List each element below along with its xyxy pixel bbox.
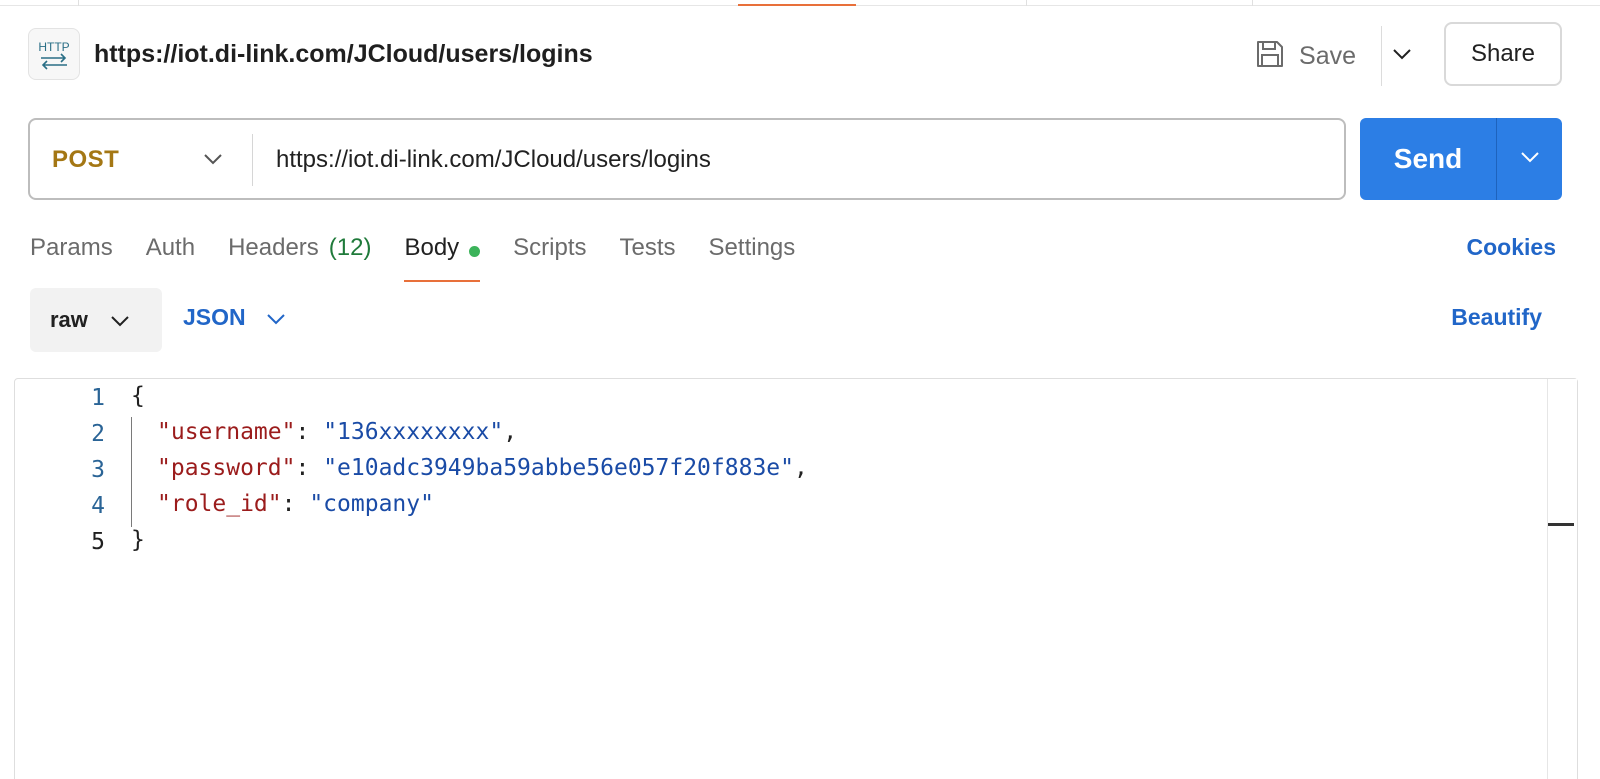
- code-text: "role_id": "company": [157, 491, 434, 517]
- json-key: "password": [157, 455, 296, 481]
- request-header: HTTP https://iot.di-link.com/JCloud/user…: [28, 22, 1562, 88]
- line-number: 1: [91, 385, 105, 411]
- json-separator: :: [295, 419, 324, 445]
- url-bar: POST: [28, 118, 1346, 200]
- line-number: 5: [91, 529, 105, 555]
- tab-label: Tests: [619, 234, 676, 261]
- tab-label: Settings: [708, 234, 796, 261]
- tab-auth[interactable]: Auth: [146, 230, 195, 282]
- tab-label: Body: [404, 234, 460, 261]
- tab-tests[interactable]: Tests: [620, 230, 676, 282]
- tab-separator: [1026, 0, 1027, 6]
- tab-label: Auth: [145, 234, 196, 261]
- body-format-label: JSON: [183, 304, 246, 330]
- chevron-down-icon: [1392, 47, 1412, 65]
- http-request-icon: HTTP: [28, 28, 80, 80]
- tab-headers[interactable]: Headers (12): [228, 230, 371, 282]
- active-tab-indicator: [738, 4, 856, 6]
- method-selector[interactable]: POST: [52, 146, 119, 174]
- json-value: "e10adc3949ba59abbe56e057f20f883e": [323, 455, 794, 481]
- code-text: "password": "e10adc3949ba59abbe56e057f20…: [157, 455, 808, 481]
- code-line: 1 {: [15, 379, 145, 415]
- body-mode-dropdown[interactable]: raw: [30, 288, 162, 352]
- request-title[interactable]: https://iot.di-link.com/JCloud/users/log…: [94, 40, 593, 69]
- indent-guide: [131, 417, 132, 527]
- save-button[interactable]: Save: [1255, 32, 1370, 80]
- body-format-dropdown[interactable]: JSON: [183, 304, 286, 331]
- code-text: {: [131, 383, 145, 409]
- chevron-down-icon[interactable]: [198, 144, 228, 174]
- chevron-down-icon: [1520, 150, 1540, 168]
- save-options-button[interactable]: [1382, 36, 1422, 76]
- line-number: 2: [91, 421, 105, 447]
- headers-count: (12): [328, 234, 372, 261]
- save-label: Save: [1299, 41, 1356, 70]
- line-number: 4: [91, 493, 105, 519]
- top-tab-strip: [0, 0, 1600, 6]
- json-comma: ,: [503, 419, 518, 445]
- url-input[interactable]: [276, 144, 1316, 176]
- body-code-editor[interactable]: 1 { 2 "username": "136xxxxxxxx", 3 "pass…: [14, 378, 1578, 779]
- code-text: "username": "136xxxxxxxx",: [157, 419, 517, 445]
- json-value: "company": [309, 491, 434, 517]
- editor-scrollbar[interactable]: [1547, 379, 1577, 779]
- url-divider: [252, 134, 253, 186]
- chevron-down-icon: [110, 307, 130, 333]
- json-key: "role_id": [157, 491, 282, 517]
- json-separator: :: [281, 491, 310, 517]
- tab-body[interactable]: Body: [404, 230, 481, 282]
- tab-params[interactable]: Params: [30, 230, 113, 282]
- send-button[interactable]: Send: [1360, 118, 1496, 200]
- tab-label: Params: [30, 234, 113, 261]
- svg-text:HTTP: HTTP: [38, 40, 69, 54]
- code-line: 3 "password": "e10adc3949ba59abbe56e057f…: [15, 451, 808, 487]
- json-comma: ,: [794, 455, 808, 481]
- beautify-button[interactable]: Beautify: [1451, 304, 1542, 331]
- tab-separator: [1252, 0, 1253, 6]
- request-tabs: Params Auth Headers (12) Body Scripts Tes…: [30, 230, 828, 282]
- cookies-link[interactable]: Cookies: [1467, 234, 1556, 261]
- floppy-disk-icon: [1255, 39, 1285, 74]
- body-mode-label: raw: [50, 307, 88, 332]
- tab-scripts[interactable]: Scripts: [513, 230, 586, 282]
- json-key: "username": [157, 419, 296, 445]
- send-button-group: Send: [1360, 118, 1562, 200]
- json-separator: :: [295, 455, 324, 481]
- json-value: "136xxxxxxxx": [323, 419, 504, 445]
- chevron-down-icon: [266, 304, 286, 331]
- share-button[interactable]: Share: [1444, 22, 1562, 86]
- tab-label: Headers: [228, 234, 319, 261]
- tab-settings[interactable]: Settings: [709, 230, 796, 282]
- code-line: 5 }: [15, 523, 145, 559]
- scrollbar-thumb[interactable]: [1548, 523, 1574, 526]
- code-line: 2 "username": "136xxxxxxxx",: [15, 415, 517, 451]
- code-line: 4 "role_id": "company": [15, 487, 434, 523]
- send-options-button[interactable]: [1497, 118, 1562, 200]
- tab-label: Scripts: [513, 234, 587, 261]
- line-number: 3: [91, 457, 105, 483]
- code-text: }: [131, 527, 145, 553]
- tab-separator: [78, 0, 79, 6]
- body-indicator-dot: [469, 246, 481, 257]
